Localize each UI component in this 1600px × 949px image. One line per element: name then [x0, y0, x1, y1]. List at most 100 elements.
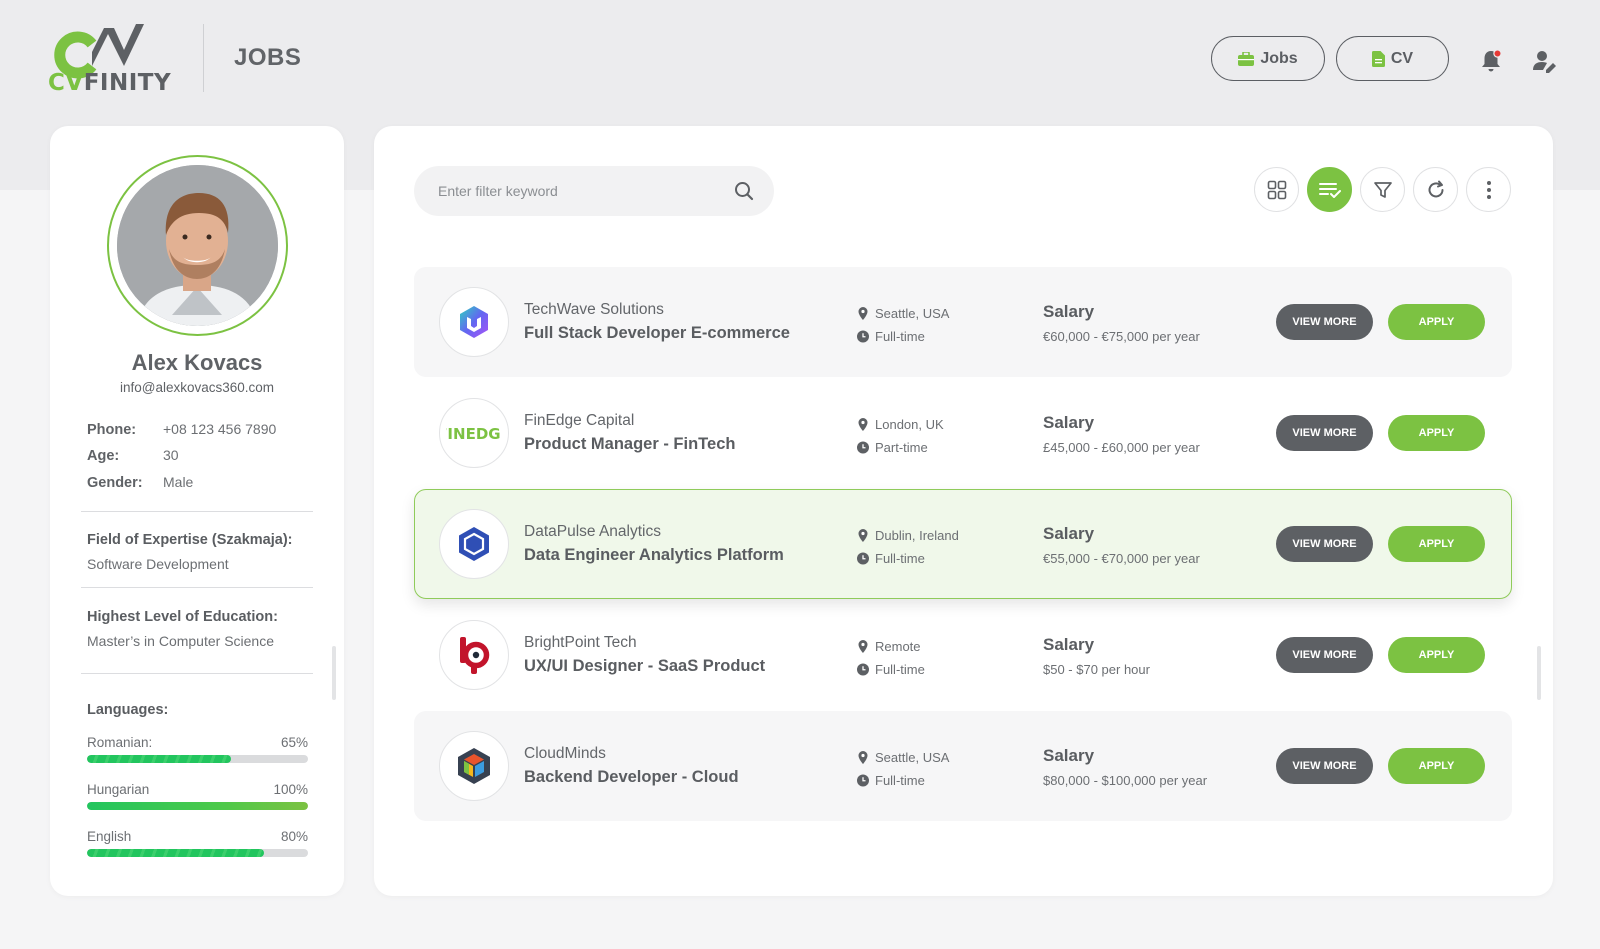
expertise-label: Field of Expertise (Szakmaja):	[87, 532, 293, 548]
company-name: TechWave Solutions	[524, 301, 664, 318]
salary-value: $80,000 - $100,000 per year	[1043, 773, 1208, 788]
jobs-panel: TechWave Solutions Full Stack Developer …	[374, 126, 1553, 896]
job-type: Full-time	[857, 662, 925, 677]
education-label: Highest Level of Education:	[87, 609, 278, 625]
language-name: Hungarian	[87, 782, 150, 797]
apply-button[interactable]: APPLY	[1388, 748, 1485, 784]
page-title: JOBS	[234, 44, 302, 71]
datapulse-logo-icon	[459, 527, 489, 561]
location-pin-icon	[858, 640, 868, 653]
language-percent: 80%	[280, 829, 308, 844]
language-progress-fill	[87, 849, 264, 857]
language-name: Romanian:	[87, 735, 153, 750]
salary-label: Salary	[1043, 746, 1095, 765]
clock-icon	[857, 552, 869, 565]
document-icon	[1371, 50, 1385, 67]
logo-finity-text: FINITY	[83, 70, 172, 96]
job-location-text: Remote	[875, 639, 921, 654]
apply-button[interactable]: APPLY	[1388, 637, 1485, 673]
profile-name: Alex Kovacs	[131, 350, 263, 375]
language-name: English	[87, 829, 132, 844]
phone-label: Phone:	[87, 422, 137, 438]
nav-jobs-button[interactable]: Jobs	[1211, 36, 1325, 81]
more-options-button[interactable]	[1466, 167, 1511, 212]
job-title[interactable]: Product Manager - FinTech	[524, 435, 735, 454]
job-title[interactable]: Data Engineer Analytics Platform	[524, 546, 784, 565]
salary-label: Salary	[1043, 413, 1095, 432]
job-type-text: Full-time	[875, 773, 925, 788]
phone-value: +08 123 456 7890	[163, 421, 277, 437]
language-item: Hungarian 100%	[87, 782, 308, 810]
search-input[interactable]	[438, 166, 728, 216]
job-row[interactable]: FINEDGE FinEdge Capital Product Manager …	[414, 378, 1512, 488]
job-type-text: Full-time	[875, 662, 925, 677]
salary-value: €60,000 - €75,000 per year	[1043, 329, 1200, 344]
apply-button[interactable]: APPLY	[1388, 415, 1485, 451]
phone-row: Phone: +08 123 456 7890	[87, 421, 276, 438]
salary-label: Salary	[1043, 524, 1095, 543]
profile-scrollbar[interactable]	[332, 646, 336, 700]
job-row[interactable]: BrightPoint Tech UX/UI Designer - SaaS P…	[414, 600, 1512, 710]
salary-value: €55,000 - €70,000 per year	[1043, 551, 1200, 566]
salary-label: Salary	[1043, 635, 1095, 654]
job-type-text: Full-time	[875, 551, 925, 566]
clock-icon	[857, 663, 869, 676]
notification-bell-icon[interactable]	[1478, 48, 1504, 74]
company-name: DataPulse Analytics	[524, 523, 661, 540]
language-progress-bar	[87, 849, 308, 857]
gender-value: Male	[163, 474, 194, 490]
view-more-button[interactable]: VIEW MORE	[1276, 637, 1373, 673]
clock-icon	[857, 441, 869, 454]
more-vertical-icon	[1486, 180, 1491, 199]
job-row[interactable]: TechWave Solutions Full Stack Developer …	[414, 267, 1512, 377]
refresh-icon	[1428, 180, 1443, 197]
list-view-icon	[1318, 182, 1341, 198]
job-title[interactable]: UX/UI Designer - SaaS Product	[524, 657, 765, 676]
logo-wordmark: CVFINITY	[48, 70, 171, 96]
gender-label: Gender:	[87, 475, 143, 491]
apply-button[interactable]: APPLY	[1388, 304, 1485, 340]
apply-button[interactable]: APPLY	[1388, 526, 1485, 562]
company-name: CloudMinds	[524, 745, 606, 762]
nav-cv-button[interactable]: CV	[1336, 36, 1449, 81]
language-item: Romanian: 65%	[87, 735, 308, 763]
logo-cv-text: CV	[48, 70, 84, 96]
location-pin-icon	[858, 307, 868, 320]
list-view-button[interactable]	[1307, 167, 1352, 212]
section-divider	[81, 587, 313, 588]
profile-email: info@alexkovacs360.com	[119, 380, 275, 395]
user-edit-icon[interactable]	[1532, 48, 1558, 74]
filter-button[interactable]	[1360, 167, 1405, 212]
grid-view-button[interactable]	[1254, 167, 1299, 212]
job-type: Full-time	[857, 329, 925, 344]
job-location-text: Seattle, USA	[875, 750, 950, 765]
job-row[interactable]: CloudMinds Backend Developer - Cloud Sea…	[414, 711, 1512, 821]
finedge-logo-icon: FINEDGE	[446, 425, 502, 443]
brightpoint-logo-icon	[460, 637, 490, 674]
view-more-button[interactable]: VIEW MORE	[1276, 526, 1373, 562]
section-divider	[81, 511, 313, 512]
salary-label: Salary	[1043, 302, 1095, 321]
avatar[interactable]	[117, 165, 278, 326]
jobs-scrollbar[interactable]	[1537, 646, 1541, 700]
view-more-button[interactable]: VIEW MORE	[1276, 748, 1373, 784]
language-progress-bar	[87, 755, 308, 763]
search-icon[interactable]	[734, 181, 754, 201]
view-more-button[interactable]: VIEW MORE	[1276, 415, 1373, 451]
refresh-button[interactable]	[1413, 167, 1458, 212]
job-type: Part-time	[857, 440, 928, 455]
job-title[interactable]: Backend Developer - Cloud	[524, 768, 739, 787]
job-title[interactable]: Full Stack Developer E-commerce	[524, 324, 790, 343]
company-logo	[439, 509, 509, 579]
app-header: CVFINITY JOBS Jobs CV	[0, 0, 1600, 120]
job-location-text: Seattle, USA	[875, 306, 950, 321]
company-logo: FINEDGE	[439, 398, 509, 468]
expertise-value: Software Development	[87, 556, 229, 572]
view-more-button[interactable]: VIEW MORE	[1276, 304, 1373, 340]
job-row-selected[interactable]: DataPulse Analytics Data Engineer Analyt…	[414, 489, 1512, 599]
job-location: Seattle, USA	[857, 306, 949, 321]
company-logo	[439, 731, 509, 801]
job-location: Dublin, Ireland	[857, 528, 959, 543]
job-location-text: London, UK	[875, 417, 944, 432]
nav-cv-label: CV	[1390, 49, 1414, 67]
